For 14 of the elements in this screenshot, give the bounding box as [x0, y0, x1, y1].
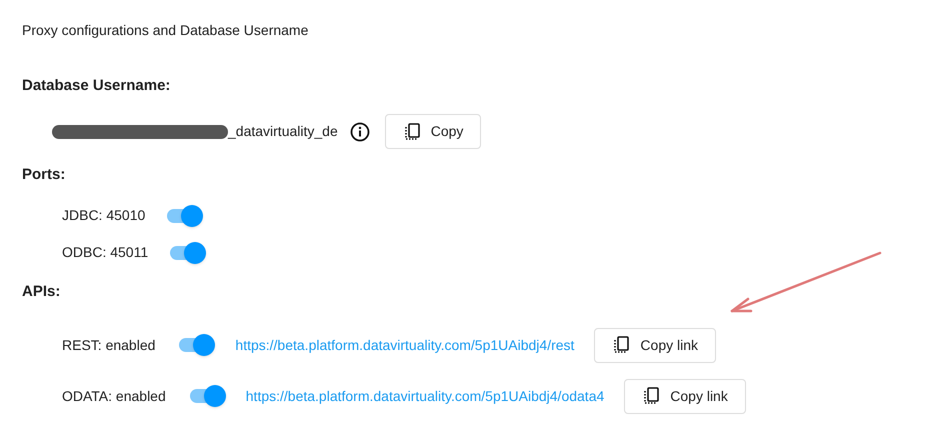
info-icon[interactable]	[350, 122, 370, 142]
page-title: Proxy configurations and Database Username	[22, 21, 310, 40]
copy-icon	[402, 122, 423, 142]
copy-button[interactable]: Copy	[384, 114, 482, 149]
api-label: REST: enabled	[62, 336, 156, 354]
api-label: ODATA: enabled	[62, 386, 166, 406]
copy-button[interactable]: Copy link	[624, 378, 746, 414]
section-heading: APIs:	[22, 282, 62, 302]
username-text: _datavirtuality_de	[228, 122, 338, 141]
section-heading: Ports:	[22, 164, 66, 184]
section-heading: Database Username:	[22, 76, 172, 96]
port-label: ODBC: 45011	[62, 243, 148, 262]
port-label: JDBC: 45010	[62, 206, 146, 225]
copy-button[interactable]: Copy link	[594, 328, 716, 362]
